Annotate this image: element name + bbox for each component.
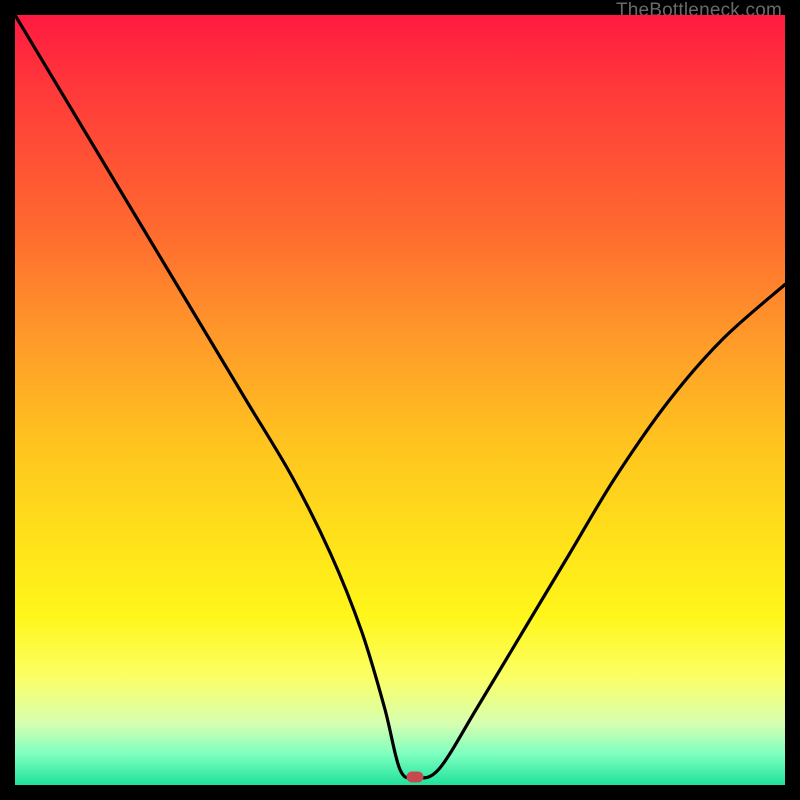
curve-svg — [15, 15, 785, 785]
bottleneck-curve-path — [15, 15, 785, 778]
bottleneck-marker — [407, 772, 424, 783]
plot-area — [15, 15, 785, 785]
chart-frame: TheBottleneck.com — [0, 0, 800, 800]
